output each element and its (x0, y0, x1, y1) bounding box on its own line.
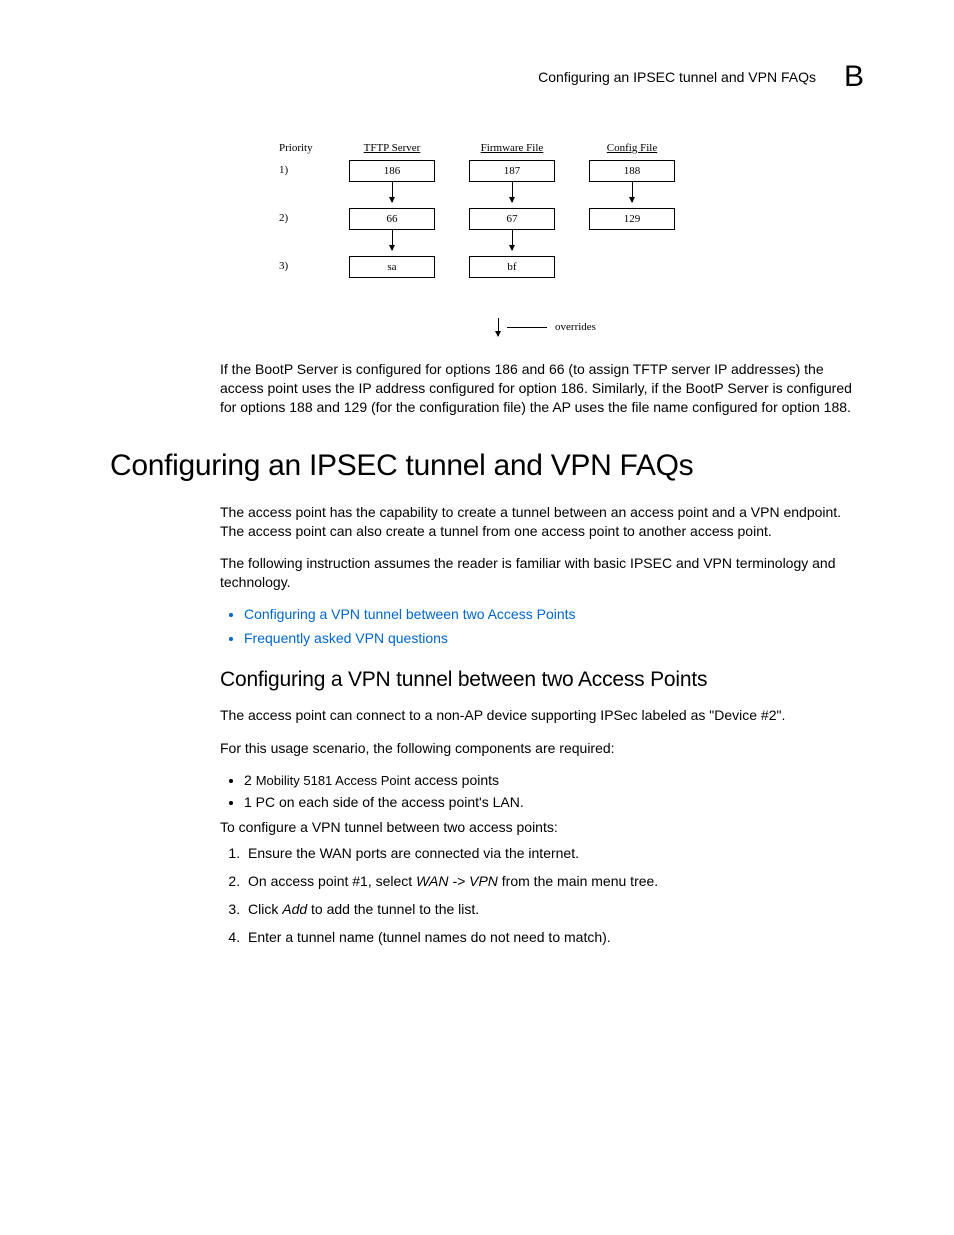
req-product-name: Mobility 5181 Access Point (256, 773, 411, 788)
down-arrow-icon (392, 230, 393, 250)
override-label: overrides (555, 321, 596, 333)
step-text: from the main menu tree. (498, 873, 658, 889)
diagram-rownum: 3) (277, 256, 337, 272)
link-configuring-vpn-tunnel[interactable]: Configuring a VPN tunnel between two Acc… (244, 606, 576, 622)
diagram-col-tftp: TFTP Server (337, 142, 447, 154)
step-menu-path: WAN -> VPN (416, 873, 498, 889)
list-item: 1 PC on each side of the access point's … (244, 794, 864, 810)
subsection-paragraph: The access point can connect to a non-AP… (220, 706, 864, 725)
list-item: Configuring a VPN tunnel between two Acc… (244, 606, 864, 622)
list-item: Ensure the WAN ports are connected via t… (244, 845, 864, 861)
down-arrow-icon (392, 182, 393, 202)
diagram-cell: bf (469, 256, 555, 278)
page-header: Configuring an IPSEC tunnel and VPN FAQs… (110, 60, 864, 94)
diagram-override-legend: overrides (397, 318, 697, 336)
step-action: Add (282, 901, 307, 917)
section-heading: Configuring an IPSEC tunnel and VPN FAQs (110, 449, 864, 483)
diagram-col-config: Config File (577, 142, 687, 154)
req-text: access points (410, 772, 499, 788)
diagram-cell: 67 (469, 208, 555, 230)
list-item: On access point #1, select WAN -> VPN fr… (244, 873, 864, 889)
section-paragraph: The following instruction assumes the re… (220, 554, 864, 592)
list-item: 2 Mobility 5181 Access Point access poin… (244, 772, 864, 788)
intro-paragraph: If the BootP Server is configured for op… (220, 360, 864, 417)
down-arrow-icon (632, 182, 633, 202)
req-text: 2 (244, 772, 256, 788)
appendix-letter: B (844, 60, 864, 94)
step-text: On access point #1, select (248, 873, 416, 889)
diagram-row: 1) 186 187 188 (277, 160, 697, 202)
options-priority-diagram: Priority TFTP Server Firmware File Confi… (277, 142, 697, 336)
diagram-cell: sa (349, 256, 435, 278)
link-vpn-faq[interactable]: Frequently asked VPN questions (244, 630, 448, 646)
down-arrow-icon (498, 318, 499, 336)
section-paragraph: The access point has the capability to c… (220, 503, 864, 541)
steps-list: Ensure the WAN ports are connected via t… (244, 845, 864, 945)
list-item: Enter a tunnel name (tunnel names do not… (244, 929, 864, 945)
diagram-rownum: 2) (277, 208, 337, 224)
diagram-row: 3) sa bf (277, 256, 697, 278)
requirements-list: 2 Mobility 5181 Access Point access poin… (244, 772, 864, 810)
subsection-heading: Configuring a VPN tunnel between two Acc… (220, 668, 864, 692)
diagram-cell: 187 (469, 160, 555, 182)
header-title: Configuring an IPSEC tunnel and VPN FAQs (538, 69, 816, 85)
subsection-paragraph: For this usage scenario, the following c… (220, 739, 864, 758)
down-arrow-icon (512, 182, 513, 202)
list-item: Frequently asked VPN questions (244, 630, 864, 646)
diagram-cell: 129 (589, 208, 675, 230)
diagram-col-priority: Priority (277, 142, 337, 154)
list-item: Click Add to add the tunnel to the list. (244, 901, 864, 917)
down-arrow-icon (512, 230, 513, 250)
diagram-row: 2) 66 67 129 (277, 208, 697, 250)
legend-line-icon (507, 327, 547, 328)
diagram-rownum: 1) (277, 160, 337, 176)
link-list: Configuring a VPN tunnel between two Acc… (244, 606, 864, 646)
diagram-col-firmware: Firmware File (447, 142, 577, 154)
step-text: to add the tunnel to the list. (307, 901, 479, 917)
subsection-paragraph: To configure a VPN tunnel between two ac… (220, 818, 864, 837)
diagram-cell: 188 (589, 160, 675, 182)
step-text: Click (248, 901, 282, 917)
diagram-cell: 66 (349, 208, 435, 230)
diagram-cell: 186 (349, 160, 435, 182)
